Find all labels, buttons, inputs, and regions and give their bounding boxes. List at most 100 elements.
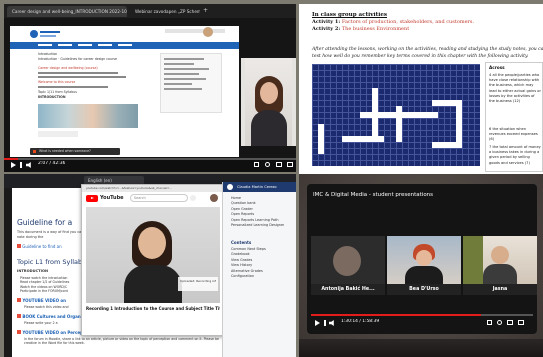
participant-name-3: Jasna — [463, 284, 537, 295]
book-icon — [17, 314, 21, 318]
breadcrumb: Introduction — [38, 52, 58, 56]
admin-side-panel: Claudia Martin Cerezo Home Question bank… — [222, 182, 296, 357]
lms-with-youtube-panel: English (en) Guideline for a This docume… — [4, 174, 296, 357]
contents-heading: Contents — [231, 240, 252, 245]
participant-tile-2 — [387, 236, 461, 287]
popup-url: youtube.com/watch?v=...&feature=youtu.be… — [86, 186, 173, 190]
time-readout: 2:07 / 42:36 — [38, 161, 66, 166]
chat-input-bar[interactable]: What is needed when someone? — [30, 148, 120, 155]
activity-2-line: Activity 2: The business Environment — [312, 26, 409, 32]
book-instructions: Please write your 2 a — [24, 321, 58, 325]
comment-box[interactable] — [38, 131, 78, 137]
activity-1-line: Activity 1: Factors of production, stake… — [312, 19, 474, 25]
user-avatar[interactable] — [227, 184, 233, 190]
crossword-word-vertical-1[interactable] — [372, 88, 378, 136]
gear-icon[interactable] — [265, 162, 270, 167]
crossword-word-horizontal-2[interactable] — [342, 136, 384, 142]
welcome-link[interactable]: Welcome to this course — [38, 80, 75, 84]
video-info-overlay: Uploaded: Recording information — [178, 277, 218, 291]
progress-fill — [311, 314, 481, 316]
participant-tile-3 — [463, 236, 537, 287]
next-icon[interactable] — [20, 162, 22, 168]
browser-tab-bar: Career design and well-being_INTRODUCTIO… — [4, 4, 296, 18]
participant-name-1: Antonija Bakić He... — [311, 284, 385, 295]
youtube-video-title: Recording 1 Introduction to the Course a… — [86, 306, 220, 311]
crossword-grid[interactable] — [312, 64, 480, 166]
volume-icon[interactable] — [329, 320, 334, 326]
clue-number: 6 — [489, 127, 492, 131]
user-name: Claudia Martin Cerezo — [237, 185, 277, 189]
crossword-word-horizontal-3[interactable] — [432, 100, 462, 106]
youtube-popup[interactable]: youtube.com/watch?v=...&feature=youtu.be… — [81, 184, 225, 336]
gear-icon[interactable] — [497, 320, 502, 325]
crossword-word-vertical-3[interactable] — [456, 100, 462, 148]
fullscreen-icon[interactable] — [518, 320, 524, 325]
crossword-word-vertical-2[interactable] — [396, 106, 402, 142]
youtube-logo-icon — [86, 195, 98, 202]
laptop-screen: IMC & Digital Media - student presentati… — [307, 184, 537, 334]
avatar[interactable] — [210, 194, 218, 202]
activity-2-label: Activity 2: — [312, 26, 341, 32]
progress-track[interactable] — [4, 158, 296, 160]
guideline-link[interactable]: Guideline to find an — [17, 244, 62, 249]
instructions-text: After attending the lessons, working on … — [312, 47, 543, 59]
section-heading: INTRODUCTION — [38, 95, 66, 99]
tab-webinar[interactable]: Webinar zavodapen „ZP Scheme“ — [130, 6, 200, 17]
activity-2-link[interactable]: The business Environment — [342, 26, 409, 32]
fullscreen-icon[interactable] — [287, 162, 293, 167]
clue-7: 7 the total amount of money a business t… — [489, 145, 541, 166]
theater-icon[interactable] — [276, 162, 282, 167]
tab-career-design[interactable]: Career design and well-being_INTRODUCTIO… — [7, 6, 127, 17]
youtube-wordmark: YouTube — [100, 195, 124, 201]
search-icon[interactable] — [190, 195, 196, 201]
youtube-player[interactable]: Uploaded: Recording information — [86, 207, 220, 303]
laptop-base — [299, 339, 543, 357]
crossword-word-horizontal-4[interactable] — [432, 142, 462, 148]
contents-menu: Common Next Steps Gradebook View Grades … — [231, 247, 266, 279]
header-search[interactable] — [165, 29, 225, 33]
youtube-search-input[interactable]: Search — [130, 194, 188, 202]
youtube-caption: Recording 1 Introduction to the Course a… — [86, 306, 220, 328]
presentation-title: IMC & Digital Media - student presentati… — [313, 192, 434, 198]
theater-icon[interactable] — [507, 320, 513, 325]
lecture-video-panel: Career design and well-being_INTRODUCTIO… — [4, 4, 296, 172]
video-area[interactable]: Introduction Introduction · Guidelines f… — [4, 18, 296, 158]
cc-icon[interactable] — [487, 320, 492, 325]
overlay-text: Uploaded: Recording information — [180, 279, 216, 283]
clue-4: 4 all the people/parties who have close … — [489, 73, 541, 104]
clue-text: the total amount of money a business tak… — [489, 145, 541, 165]
page-title: Introduction · Guidelines for career des… — [38, 57, 117, 61]
volume-icon[interactable] — [26, 162, 31, 168]
avatar[interactable] — [203, 27, 213, 37]
youtube-search-placeholder: Search — [134, 196, 146, 200]
bullet-item: Participate in the FORUM/cont — [20, 289, 68, 294]
participant-face — [416, 250, 432, 266]
video-icon — [17, 298, 21, 302]
youtube-video-link[interactable]: YOUTUBE VIDEO on — [17, 298, 66, 303]
participant-face — [491, 246, 509, 264]
activity-1-link[interactable]: Factors of production, stakeholders, and… — [342, 19, 474, 25]
perception-instructions: In the forum in Moodle, share a link to … — [24, 337, 219, 346]
popup-url-bar[interactable]: youtube.com/watch?v=...&feature=youtu.be… — [82, 185, 224, 192]
menu-item[interactable]: Configuration — [231, 274, 266, 279]
intro-heading: INTRODUCTION — [17, 269, 49, 273]
new-tab-icon[interactable]: + — [203, 7, 208, 14]
bullet-list: Please watch the introduction Read chapt… — [20, 276, 90, 294]
video-controls: 2:07 / 42:36 — [4, 158, 296, 172]
clue-panel: Across 4 all the people/parties who have… — [485, 62, 543, 172]
doc-title: Guideline for a — [17, 218, 73, 227]
menu-item[interactable]: Personalized Learning Designer — [231, 223, 284, 228]
video-instructions: Please watch this video and — [24, 305, 69, 309]
clue-text: all the people/parties who have close re… — [489, 73, 541, 104]
cc-icon[interactable] — [254, 162, 259, 167]
conference-laptop-photo: IMC & Digital Media - student presentati… — [299, 174, 543, 357]
next-icon[interactable] — [324, 320, 326, 326]
crossword-word-vertical-4[interactable] — [318, 124, 324, 154]
topic-heading: Topic L1 from Syllabus — [17, 258, 90, 266]
play-icon[interactable] — [11, 162, 16, 168]
admin-menu: Home Question bank Open Grader Open Repo… — [231, 196, 284, 228]
across-label: Across — [489, 65, 505, 70]
bookmark-icon — [17, 244, 21, 248]
time-readout: 1:30:14 / 1:58:39 — [341, 319, 380, 324]
play-icon[interactable] — [315, 320, 320, 326]
